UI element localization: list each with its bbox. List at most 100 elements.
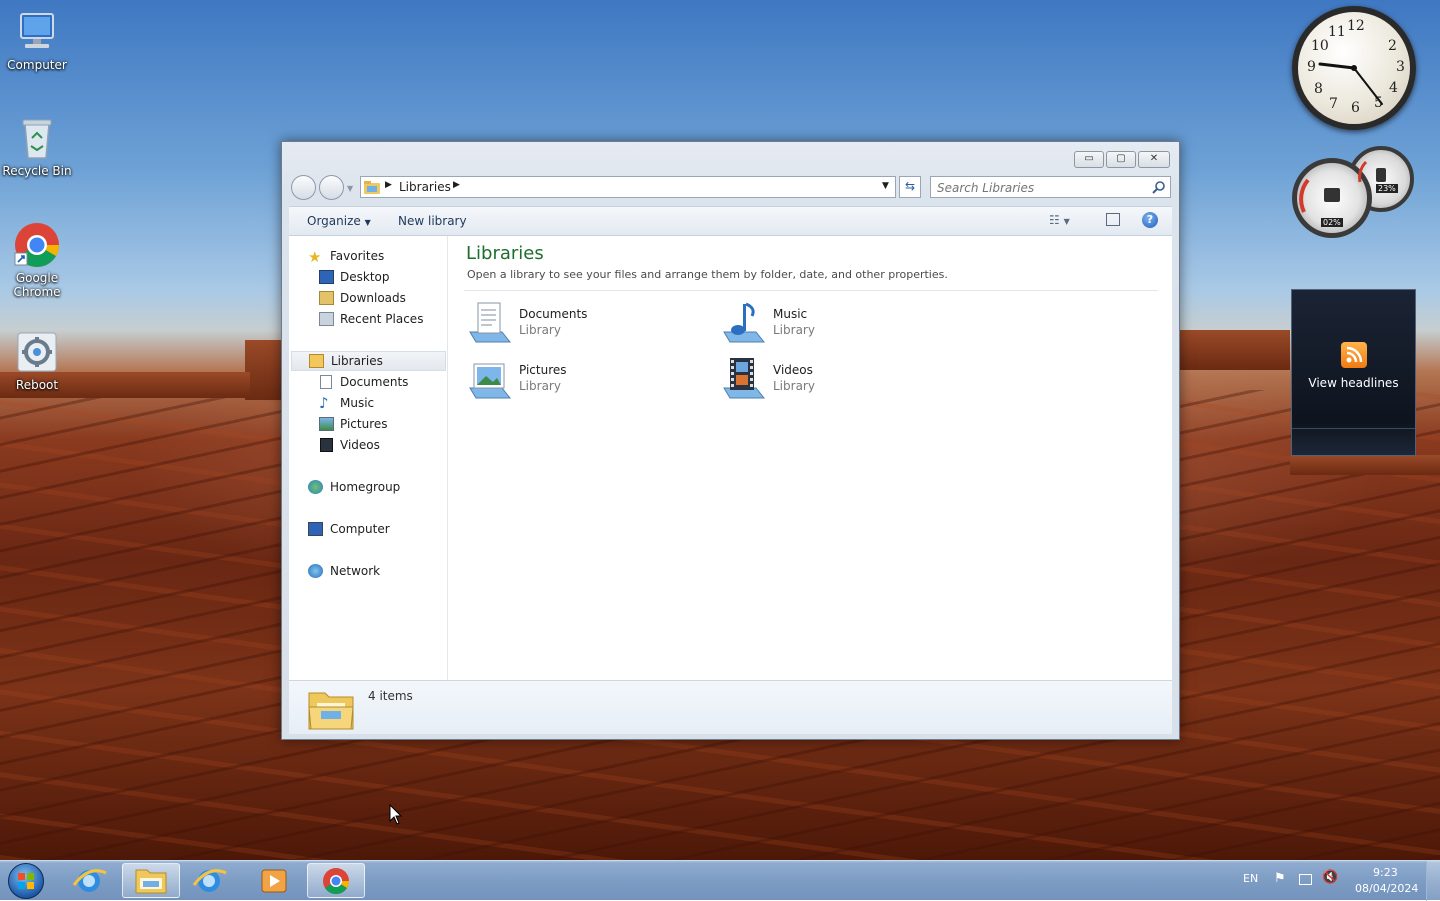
clock-date[interactable]: 08/04/2024 <box>1355 882 1418 895</box>
folder-icon <box>135 869 167 894</box>
library-pictures[interactable]: Pictures Library <box>466 354 706 406</box>
item-count: 4 items <box>368 689 413 703</box>
address-bar[interactable]: ▶ Libraries ▶ ▼ <box>360 176 896 198</box>
forward-button[interactable] <box>319 175 344 200</box>
desktop-icon-label: Recycle Bin <box>2 164 72 178</box>
nav-label: Libraries <box>331 354 383 368</box>
details-pane: 4 items <box>289 680 1172 734</box>
computer-small-icon <box>308 522 323 536</box>
nav-videos[interactable]: Videos <box>289 435 448 455</box>
action-center-flag-icon[interactable]: ⚑ <box>1274 871 1286 886</box>
minimize-icon: ▭ <box>1084 153 1094 164</box>
help-icon[interactable]: ? <box>1142 212 1158 228</box>
nav-network[interactable]: Network <box>289 561 448 581</box>
breadcrumb-chevron-icon[interactable]: ▶ <box>453 180 460 190</box>
language-indicator[interactable]: EN <box>1243 872 1258 885</box>
minimize-button[interactable]: ▭ <box>1074 151 1104 168</box>
show-desktop-button[interactable] <box>1426 861 1440 901</box>
nav-label: Desktop <box>340 270 390 284</box>
refresh-button[interactable]: ⇆ <box>899 176 921 198</box>
rock-butte-left <box>245 340 281 400</box>
cpu-meter-gadget[interactable]: 02% 23% <box>1290 142 1416 240</box>
nav-label: Pictures <box>340 417 388 431</box>
taskbar-windows-explorer[interactable] <box>122 863 180 898</box>
libraries-folder-icon <box>364 181 380 194</box>
desktop-icon-google-chrome[interactable]: Google Chrome <box>0 221 74 299</box>
library-name: Pictures <box>519 363 567 377</box>
videos-library-icon <box>723 358 766 399</box>
new-library-button[interactable]: New library <box>398 214 467 228</box>
computer-icon <box>13 8 61 56</box>
clock-gadget[interactable]: 12 1 2 3 4 5 6 7 8 9 10 11 <box>1292 6 1416 130</box>
library-type: Library <box>519 323 561 337</box>
clock-hands <box>1318 62 1383 105</box>
library-type: Library <box>773 379 815 393</box>
nav-label: Recent Places <box>340 312 424 326</box>
maximize-icon: ▢ <box>1116 153 1126 164</box>
nav-desktop[interactable]: Desktop <box>289 267 448 287</box>
desktop-icon <box>319 270 334 284</box>
breadcrumb-separator-icon[interactable]: ▶ <box>385 180 392 190</box>
windows-logo-icon <box>18 873 34 889</box>
organize-button[interactable]: Organize ▼ <box>307 214 371 228</box>
library-videos[interactable]: Videos Library <box>720 354 960 406</box>
content-description: Open a library to see your files and arr… <box>467 268 948 281</box>
feed-headlines-gadget[interactable]: View headlines <box>1291 289 1416 456</box>
network-tray-icon[interactable] <box>1299 874 1312 885</box>
taskbar-internet-explorer[interactable] <box>60 863 118 898</box>
taskbar-google-chrome[interactable] <box>307 863 365 898</box>
change-view-icon[interactable]: ☷ ▼ <box>1049 213 1070 227</box>
chevron-down-icon: ▼ <box>364 218 371 227</box>
nav-label: Network <box>330 564 381 578</box>
library-music[interactable]: Music Library <box>720 298 960 350</box>
nav-favorites[interactable]: ★ Favorites <box>289 246 448 266</box>
desktop-icon-reboot[interactable]: Reboot <box>0 328 74 392</box>
taskbar-media-player[interactable] <box>245 863 303 898</box>
star-icon: ★ <box>308 248 322 266</box>
nav-label: Documents <box>340 375 409 389</box>
desktop-icon-computer[interactable]: Computer <box>0 8 74 72</box>
clock-time[interactable]: 9:23 <box>1373 866 1398 879</box>
search-input[interactable] <box>935 179 1149 196</box>
maximize-button[interactable]: ▢ <box>1106 151 1136 168</box>
navigation-pane: ★ Favorites Desktop Downloads Recent Pla… <box>289 236 448 680</box>
nav-downloads[interactable]: Downloads <box>289 288 448 308</box>
explorer-window[interactable]: ▭ ▢ ✕ ▼ ▶ Libraries ▶ ▼ ⇆ Organize ▼ New… <box>281 141 1180 740</box>
desktop-icon-label: Reboot <box>15 378 59 392</box>
reboot-icon <box>13 328 61 376</box>
volume-muted-icon[interactable]: 🔇 <box>1322 870 1338 885</box>
address-dropdown-icon[interactable]: ▼ <box>882 181 889 191</box>
close-button[interactable]: ✕ <box>1138 151 1170 168</box>
recent-pages-dropdown-icon[interactable]: ▼ <box>347 184 353 193</box>
nav-label: Favorites <box>330 249 385 263</box>
library-documents[interactable]: Documents Library <box>466 298 706 350</box>
music-note-icon: ♪ <box>319 394 329 412</box>
breadcrumb-libraries[interactable]: Libraries <box>399 180 451 194</box>
search-box[interactable] <box>930 176 1171 198</box>
nav-recent-places[interactable]: Recent Places <box>289 309 448 329</box>
start-button[interactable] <box>8 863 44 899</box>
nav-label: Music <box>340 396 375 410</box>
nav-libraries[interactable]: Libraries <box>291 351 446 371</box>
rss-icon <box>1341 342 1367 368</box>
back-button[interactable] <box>291 175 316 200</box>
view-headlines-link[interactable]: View headlines <box>1292 376 1415 390</box>
nav-music[interactable]: ♪ Music <box>289 393 448 413</box>
rock-butte-far-right <box>1290 455 1440 475</box>
taskbar-internet-explorer-2[interactable] <box>180 863 238 898</box>
nav-label: Videos <box>340 438 380 452</box>
media-player-icon <box>261 869 287 893</box>
nav-computer[interactable]: Computer <box>289 519 448 539</box>
nav-homegroup[interactable]: Homegroup <box>289 477 448 497</box>
desktop-icon-label: Google Chrome <box>13 271 61 299</box>
nav-label: Computer <box>330 522 390 536</box>
documents-library-icon <box>469 302 512 343</box>
nav-documents[interactable]: Documents <box>289 372 448 392</box>
search-icon[interactable] <box>1152 180 1166 194</box>
memory-usage-value: 23% <box>1376 184 1398 193</box>
nav-pictures[interactable]: Pictures <box>289 414 448 434</box>
refresh-icon: ⇆ <box>904 179 916 193</box>
desktop-icon-recycle-bin[interactable]: Recycle Bin <box>0 114 74 178</box>
library-name: Documents <box>519 307 588 321</box>
preview-pane-icon[interactable] <box>1106 213 1120 226</box>
